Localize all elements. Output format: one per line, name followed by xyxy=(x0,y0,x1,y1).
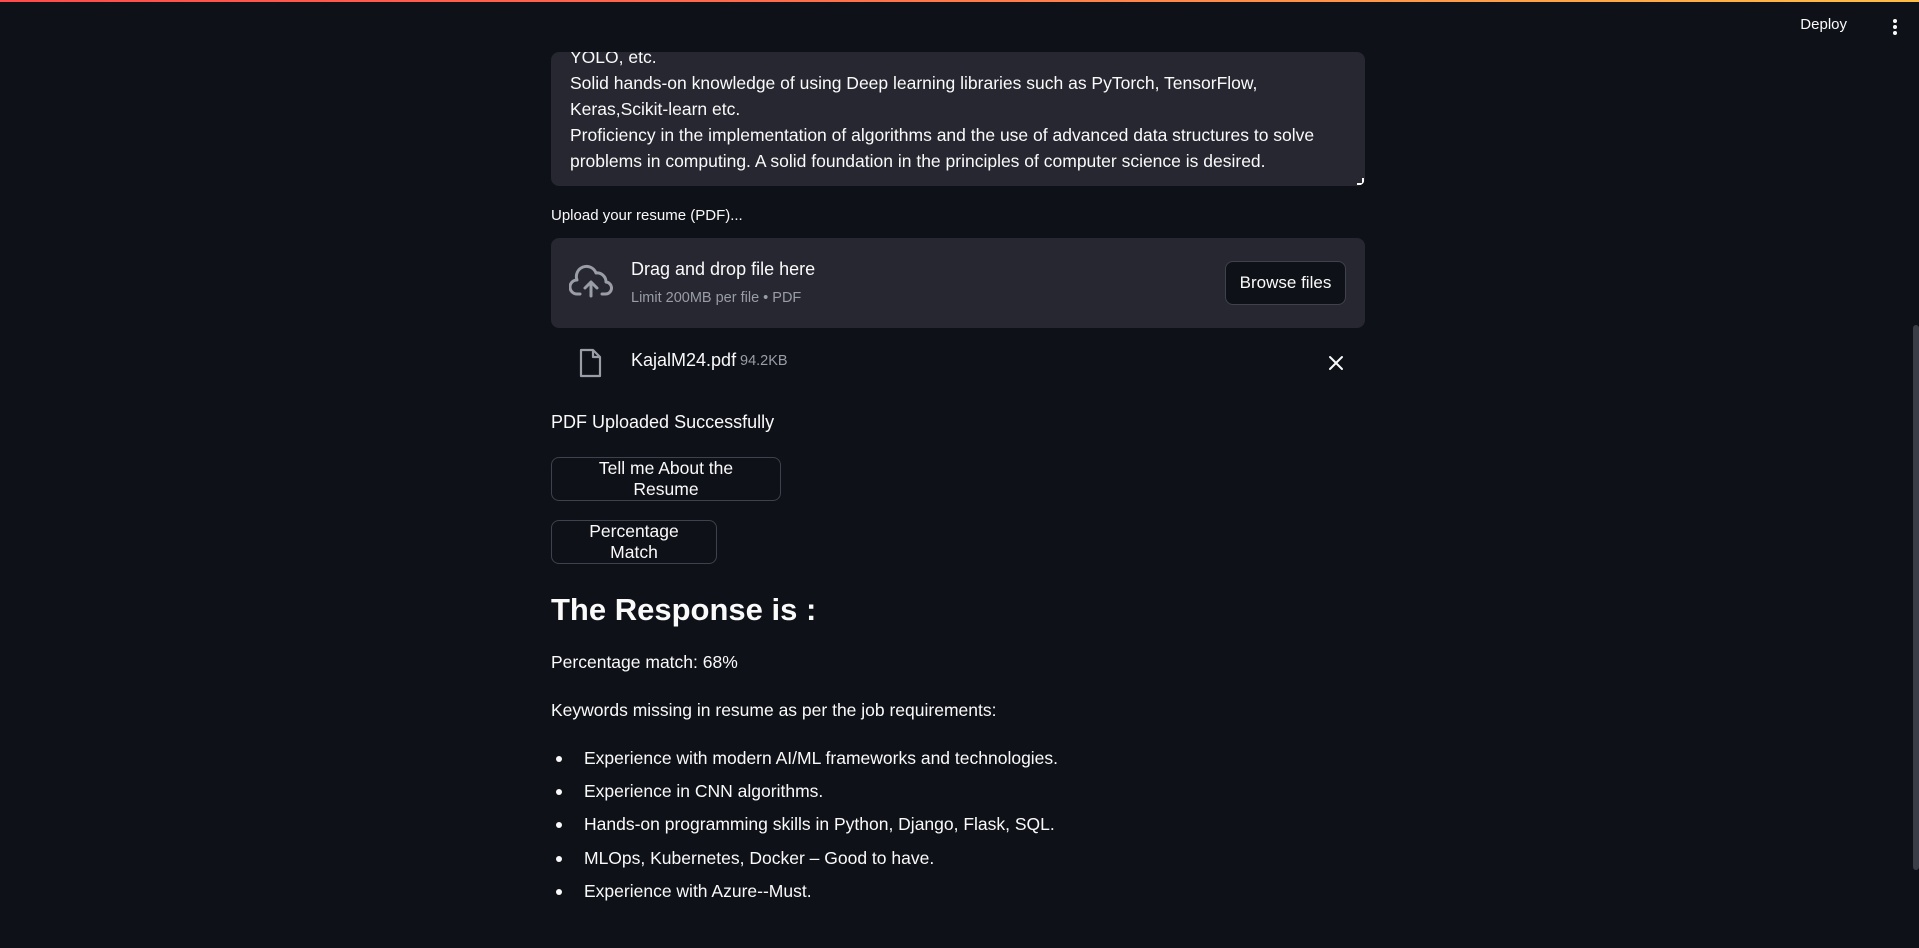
job-description-textarea[interactable]: YOLO, etc. Solid hands-on knowledge of u… xyxy=(551,52,1365,186)
list-item: Experience in CNN algorithms. xyxy=(551,778,1365,811)
menu-dot xyxy=(1893,25,1897,29)
file-icon xyxy=(579,348,602,378)
cloud-upload-icon xyxy=(569,264,613,298)
page-scrollbar[interactable] xyxy=(1913,325,1919,870)
percentage-match-button[interactable]: Percentage Match xyxy=(551,520,717,564)
upload-label: Upload your resume (PDF)... xyxy=(551,207,743,224)
file-dropzone[interactable]: Drag and drop file here Limit 200MB per … xyxy=(551,238,1365,328)
menu-dot xyxy=(1893,31,1897,35)
close-icon[interactable] xyxy=(1328,355,1344,371)
dropzone-subtitle: Limit 200MB per file • PDF xyxy=(631,290,802,306)
percentage-match-text: Percentage match: 68% xyxy=(551,652,738,672)
menu-dot xyxy=(1893,19,1897,23)
dropzone-title: Drag and drop file here xyxy=(631,259,816,279)
keywords-intro-text: Keywords missing in resume as per the jo… xyxy=(551,700,997,720)
list-item: Experience with Azure--Must. xyxy=(551,878,1365,911)
uploaded-file-name: KajalM24.pdf xyxy=(631,350,737,370)
job-description-text: YOLO, etc. Solid hands-on knowledge of u… xyxy=(570,52,1315,171)
deploy-button[interactable]: Deploy xyxy=(1800,16,1847,33)
list-item: Hands-on programming skills in Python, D… xyxy=(551,811,1365,844)
uploaded-file-size: 94.2KB xyxy=(740,353,788,369)
list-item: MLOps, Kubernetes, Docker – Good to have… xyxy=(551,845,1365,878)
resize-handle-icon[interactable] xyxy=(1357,178,1364,185)
missing-keywords-list: Experience with modern AI/ML frameworks … xyxy=(551,745,1365,911)
response-heading: The Response is : xyxy=(551,592,817,627)
app-header: Deploy xyxy=(0,2,1919,52)
more-vertical-icon[interactable] xyxy=(1889,16,1901,38)
list-item: Experience with modern AI/ML frameworks … xyxy=(551,745,1365,778)
upload-success-message: PDF Uploaded Successfully xyxy=(551,412,775,432)
browse-files-button[interactable]: Browse files xyxy=(1225,261,1346,305)
tell-about-resume-button[interactable]: Tell me About the Resume xyxy=(551,457,781,501)
